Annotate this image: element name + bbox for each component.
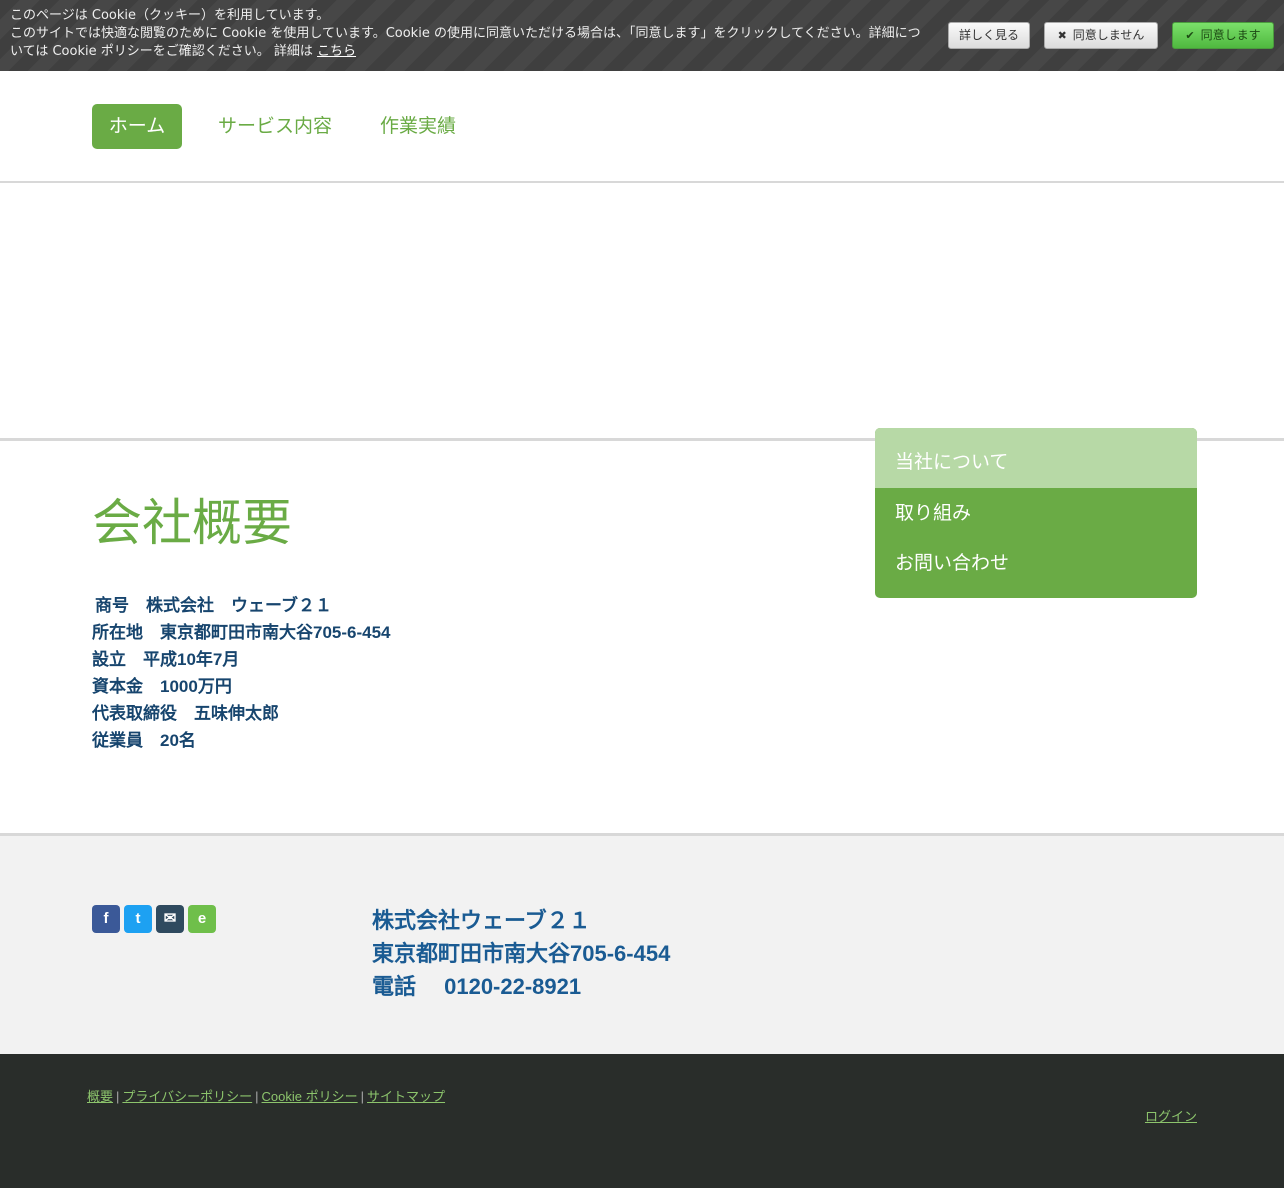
cookie-message-line1: このページは Cookie（クッキー）を利用しています。 [10,8,330,23]
social-share: f t ✉ e [92,905,220,933]
cookie-details-button[interactable]: 詳しく見る [948,22,1030,49]
main-navigation: ホーム サービス内容 作業実績 [0,71,1284,183]
sub-navigation: 当社について 取り組み お問い合わせ [875,428,1197,598]
facebook-icon[interactable]: f [92,905,120,933]
subnav-item-initiatives[interactable]: 取り組み [875,488,1197,538]
nav-item-works[interactable]: 作業実績 [362,104,474,149]
cookie-details-label: 詳しく見る [958,28,1019,42]
twitter-icon[interactable]: t [124,905,152,933]
footer-link-privacy[interactable]: プライバシーポリシー [122,1089,252,1104]
cookie-banner: このページは Cookie（クッキー）を利用しています。 このサイトでは快適な閲… [0,0,1284,71]
page-title: 会社概要 [92,494,292,552]
cookie-decline-button[interactable]: ✖ 同意しません [1044,22,1158,49]
info-trade-name: 商号 株式会社 ウェーブ２１ [95,596,332,615]
company-name: 株式会社ウェーブ２１ [372,908,591,933]
close-icon: ✖ [1057,29,1067,42]
footer-info: f t ✉ e 株式会社ウェーブ２１ 東京都町田市南大谷705-6-454 電話 01… [0,833,1284,1054]
header-banner [0,185,1284,441]
info-employees: 従業員 20名 [92,731,196,750]
footer-separator: | [255,1089,259,1104]
subnav-item-about[interactable]: 当社について [875,428,1197,488]
footer-bottom: 概要 | プライバシーポリシー | Cookie ポリシー | サイトマップ ログイン [0,1054,1284,1188]
cookie-more-link[interactable]: こちら [317,44,356,59]
nav-item-services[interactable]: サービス内容 [200,104,350,149]
cookie-decline-label: 同意しません [1072,28,1145,42]
info-capital: 資本金 1000万円 [92,677,232,696]
company-phone: 電話 0120-22-8921 [372,974,582,999]
subnav-item-contact[interactable]: お問い合わせ [875,538,1197,588]
info-established: 設立 平成10年7月 [92,650,240,669]
info-address: 所在地 東京都町田市南大谷705-6-454 [92,623,391,642]
checkmark-icon: ✔ [1185,29,1195,42]
cookie-message: このページは Cookie（クッキー）を利用しています。 このサイトでは快適な閲… [10,7,930,61]
company-contact: 株式会社ウェーブ２１ 東京都町田市南大谷705-6-454 電話 0120-22… [372,904,670,1003]
footer-links: 概要 | プライバシーポリシー | Cookie ポリシー | サイトマップ [87,1086,445,1105]
cookie-message-line2: このサイトでは快適な閲覧のために Cookie を使用しています。Cookie … [10,26,921,59]
company-address: 東京都町田市南大谷705-6-454 [372,941,671,966]
login-link[interactable]: ログイン [1145,1106,1197,1125]
company-info: 商号 株式会社 ウェーブ２１ 所在地 東京都町田市南大谷705-6-454 設立… [92,592,391,754]
info-representative: 代表取締役 五味伸太郎 [92,704,279,723]
footer-link-cookie[interactable]: Cookie ポリシー [262,1089,358,1104]
cookie-accept-label: 同意します [1200,28,1261,42]
mail-icon[interactable]: ✉ [156,905,184,933]
cookie-accept-button[interactable]: ✔ 同意します [1172,22,1274,49]
footer-separator: | [116,1089,120,1104]
evernote-icon[interactable]: e [188,905,216,933]
nav-item-home[interactable]: ホーム [92,104,182,149]
footer-separator: | [360,1089,365,1104]
footer-link-sitemap[interactable]: サイトマップ [367,1089,445,1104]
footer-link-overview[interactable]: 概要 [87,1089,113,1104]
